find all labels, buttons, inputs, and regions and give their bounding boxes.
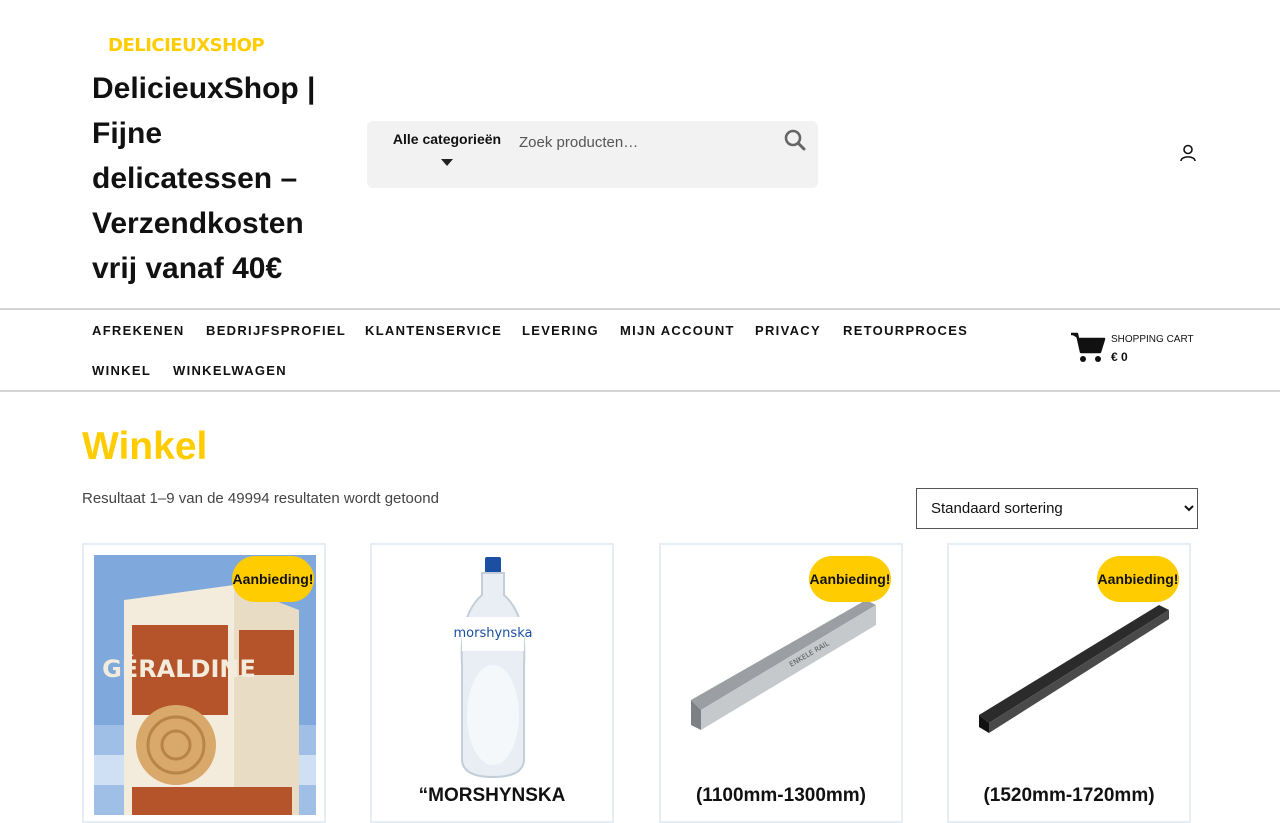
sale-badge: Aanbieding! [232,556,314,602]
nav-item-winkelwagen[interactable]: Winkelwagen [173,363,287,378]
result-count: Resultaat 1–9 van de 49994 resultaten wo… [82,490,439,507]
site-title[interactable]: DelicieuxShop | Fijne delicatessen – Ver… [92,66,342,291]
sale-badge: Aanbieding! [809,556,891,602]
nav-item-levering[interactable]: Levering [522,323,599,338]
category-dropdown-label: Alle categorieën [392,131,502,147]
nav-item-afrekenen[interactable]: Afrekenen [92,323,185,338]
category-dropdown[interactable]: Alle categorieën [387,131,507,166]
shopping-cart-button[interactable]: SHOPPING CART € 0 [1070,331,1210,371]
search-input[interactable] [517,129,771,155]
nav-item-klantenservice[interactable]: Klantenservice [365,323,502,338]
product-title[interactable]: (1520mm-1720mm) [947,785,1191,807]
nav-item-retourproces[interactable]: Retourproces [843,323,968,338]
product-title[interactable]: (1100mm-1300mm) [659,785,903,807]
svg-text:morshynska: morshynska [454,626,533,641]
search-icon[interactable] [784,129,808,155]
sort-select[interactable]: Standaard sortering [916,488,1198,529]
nav-item-winkel[interactable]: Winkel [92,363,151,378]
user-icon[interactable] [1179,144,1197,162]
nav-item-bedrijfsprofiel[interactable]: Bedrijfsprofiel [206,323,346,338]
caret-down-icon [441,159,453,166]
main-navigation: Afrekenen Bedrijfsprofiel Klantenservice… [0,308,1280,392]
product-image [979,605,1169,733]
sale-badge: Aanbieding! [1097,556,1179,602]
nav-item-mijn-account[interactable]: Mijn account [620,323,735,338]
product-image: morshynska [454,557,533,779]
product-card[interactable]: Aanbieding! [947,543,1191,823]
shopping-cart-icon [1071,332,1106,362]
product-card[interactable]: ENKELE RAIL Aanbieding! [659,543,903,823]
site-logo[interactable]: DelicieuxShop [108,28,265,58]
product-card[interactable]: GÉRALDINE Aanbieding! [82,543,326,823]
page-title: Winkel [82,425,208,468]
cart-amount: € 0 [1111,350,1128,364]
product-title[interactable]: “MORSHYNSKA [370,785,614,807]
product-search: Alle categorieën [367,121,818,188]
cart-label: SHOPPING CART [1111,334,1194,345]
product-card[interactable]: morshynska [370,543,614,823]
nav-item-privacy[interactable]: Privacy [755,323,821,338]
product-image: ENKELE RAIL [691,600,876,730]
svg-text:GÉRALDINE: GÉRALDINE [102,654,256,683]
